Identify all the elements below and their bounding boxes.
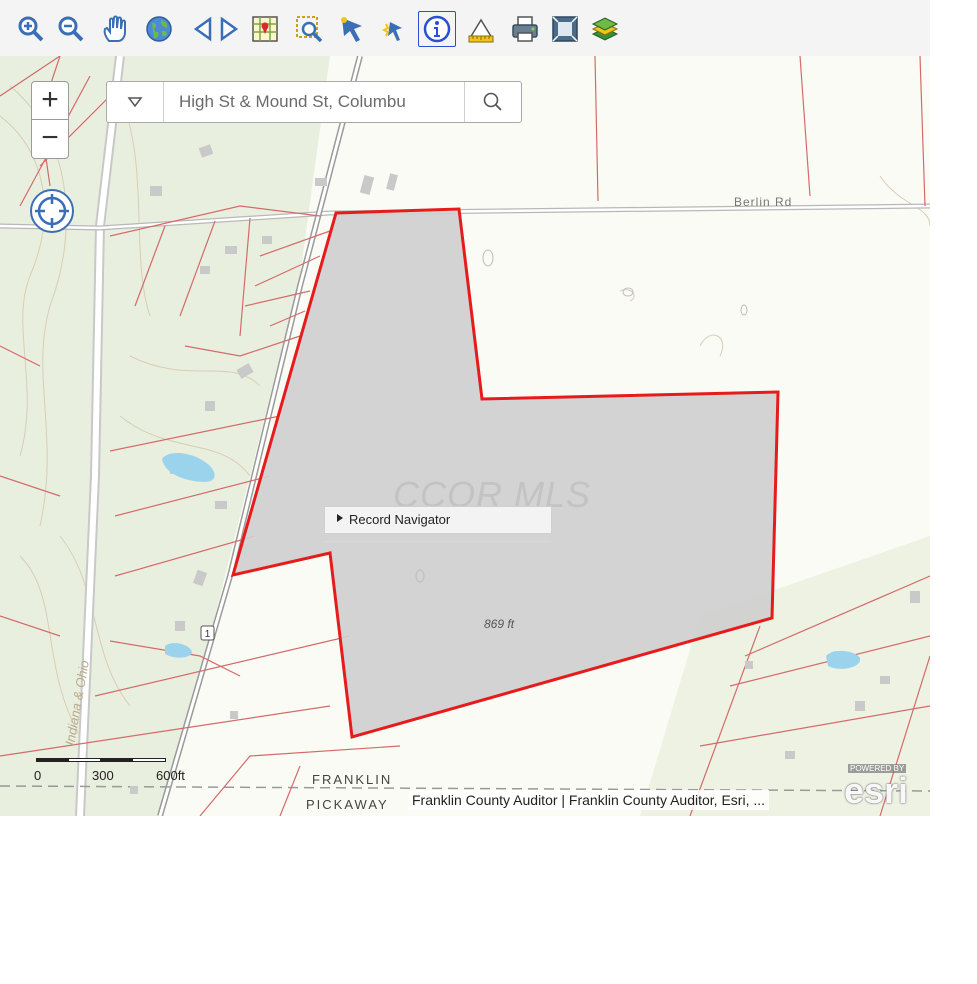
measure-tool[interactable] [466,14,496,44]
map-icon [252,16,278,42]
crosshair-icon [30,189,74,233]
ruler-icon [468,18,494,43]
select-area-tool[interactable] [294,14,324,44]
scale-tick-0: 0 [34,768,42,783]
print-tool[interactable] [510,14,540,44]
arrow-pointer-icon [341,17,362,42]
zoom-out-icon [58,16,84,42]
map-toolbar [0,0,930,57]
box-zoom-icon [296,16,323,43]
basemap: 1 Berlin Rd Indiana & Ohio [0,56,930,816]
pan-tool[interactable] [100,14,130,44]
zoom-in-tool[interactable] [16,14,46,44]
full-extent-tool[interactable] [144,14,174,44]
scale-bar [36,758,166,766]
select-tool[interactable] [338,14,368,44]
chevron-down-icon [127,97,143,108]
zoom-control: + − [31,81,69,159]
zoom-out-button[interactable]: − [32,119,68,157]
next-extent-tool[interactable] [214,14,244,44]
search-button[interactable] [464,82,521,122]
esri-name: esri [844,770,909,811]
esri-logo[interactable]: POWERED BY esri [838,762,928,812]
screen-icon [552,16,578,42]
scale-tick-600: 600ft [156,768,185,783]
map-tool[interactable] [250,14,280,44]
triangle-right-icon [220,16,239,42]
route-shield-label: 1 [205,629,211,640]
elevation-label: 869 ft [484,617,515,631]
zoom-in-icon [18,16,44,42]
search-icon [483,92,502,111]
search-source-dropdown[interactable] [107,82,164,122]
identify-tool[interactable] [418,11,456,47]
locate-button[interactable] [29,188,75,234]
attribution[interactable]: Franklin County Auditor | Franklin Count… [408,790,770,810]
road-label: Berlin Rd [734,195,792,209]
hand-icon [103,15,126,42]
layers-tool[interactable] [590,14,620,44]
map-view[interactable]: 1 Berlin Rd Indiana & Ohio CCOR MLS 869 … [0,56,930,816]
printer-icon [512,16,538,42]
county-label-south: PICKAWAY [306,797,389,812]
record-navigator[interactable]: Record Navigator [324,506,552,534]
scale-tick-300: 300 [92,768,114,783]
full-screen-tool[interactable] [550,14,580,44]
record-navigator-label: Record Navigator [349,512,451,527]
county-label-north: FRANKLIN [312,772,393,787]
address-search: High St & Mound St, Columbu [106,81,522,123]
pointer-star-icon [381,22,402,41]
globe-icon [146,16,172,42]
zoom-out-tool[interactable] [56,14,86,44]
layers-icon [591,17,619,41]
select-pointer-tool[interactable] [380,14,410,44]
search-input[interactable]: High St & Mound St, Columbu [179,92,459,112]
divider [324,541,550,542]
info-icon [423,15,451,43]
zoom-in-button[interactable]: + [32,82,68,119]
triangle-right-icon [337,514,343,522]
